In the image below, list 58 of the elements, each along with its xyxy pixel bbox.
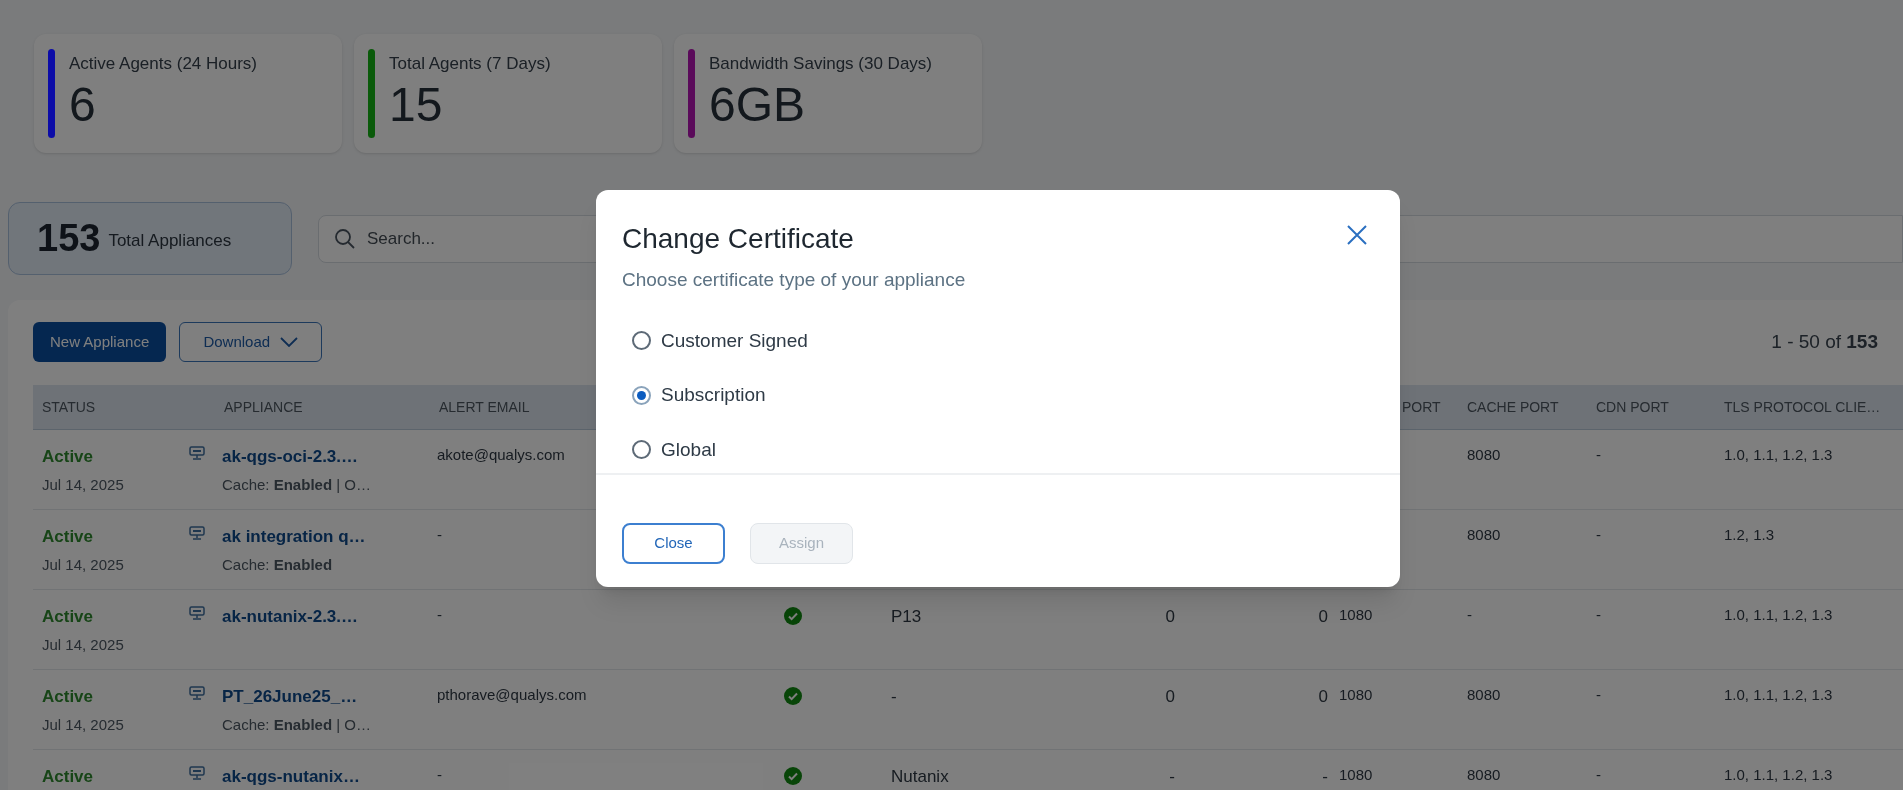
count-label: Total Appliances (108, 229, 232, 252)
table-cell: 8080 (1467, 766, 1501, 783)
cache-details: Cache: Enabled | O… (222, 714, 372, 735)
stat-label: Active Agents (24 Hours) (69, 53, 258, 75)
date-text: Jul 14, 2025 (42, 474, 125, 495)
email-text: - (437, 766, 442, 783)
table-cell: 0 (1165, 687, 1175, 706)
table-cell: Nutanix (891, 767, 949, 786)
cache-details: Cache: Enabled (222, 554, 334, 575)
table-cell: P13 (891, 607, 922, 626)
email-text: - (437, 606, 442, 623)
table-cell: 1080 (1339, 606, 1373, 623)
status-text: Active (42, 766, 95, 788)
date-text: Jul 14, 2025 (42, 714, 125, 735)
table-cell: - (1596, 446, 1601, 463)
table-cell: - (1467, 606, 1472, 623)
stat-label: Total Agents (7 Days) (389, 53, 551, 75)
email-text: - (437, 526, 442, 543)
table-cell: - (1596, 606, 1601, 623)
table-cell: - (1169, 767, 1175, 786)
date-text: Jul 14, 2025 (42, 554, 125, 575)
appliance-count: 153 (37, 216, 101, 261)
status-text: Active (42, 606, 95, 628)
table-cell: - (1596, 766, 1601, 783)
radio-label: Customer Signed (661, 328, 808, 353)
cache-details: Cache: Enabled | O… (222, 474, 372, 495)
table-cell: 1.0, 1.1, 1.2, 1.3 (1724, 446, 1833, 463)
table-cell: 1.0, 1.1, 1.2, 1.3 (1724, 766, 1833, 783)
table-cell: - (1596, 686, 1601, 703)
table-cell: - (891, 687, 897, 706)
table-cell: 1080 (1339, 686, 1373, 703)
radio-label: Subscription (661, 383, 766, 407)
table-cell: 8080 (1467, 446, 1501, 463)
table-cell: - (1322, 767, 1328, 786)
radio-label: Global (661, 437, 716, 462)
pagination-info: 1 - 50 of 153 (1771, 329, 1878, 354)
table-cell: 8080 (1467, 686, 1501, 703)
email-text: akote@qualys.com (437, 446, 565, 463)
status-text: Active (42, 526, 95, 548)
status-text: Active (42, 686, 95, 708)
stat-value: 6 (69, 76, 97, 133)
table-cell: 0 (1165, 607, 1175, 626)
email-text: pthorave@qualys.com (437, 686, 587, 703)
stat-value: 15 (389, 76, 444, 133)
dialog-title: Change Certificate (622, 222, 855, 256)
table-cell: 1.0, 1.1, 1.2, 1.3 (1724, 686, 1833, 703)
status-text: Active (42, 446, 95, 468)
table-cell: - (1596, 526, 1601, 543)
table-cell: 8080 (1467, 526, 1501, 543)
stat-value: 6GB (709, 76, 807, 133)
table-cell: 1.0, 1.1, 1.2, 1.3 (1724, 606, 1833, 623)
stat-label: Bandwidth Savings (30 Days) (709, 53, 932, 75)
table-cell: 1.2, 1.3 (1724, 526, 1775, 543)
table-cell: 0 (1318, 687, 1328, 706)
date-text: Jul 14, 2025 (42, 634, 125, 655)
table-cell: 0 (1318, 607, 1328, 626)
dialog-subtitle: Choose certificate type of your appliance (622, 268, 967, 292)
table-cell: 1080 (1339, 766, 1373, 783)
